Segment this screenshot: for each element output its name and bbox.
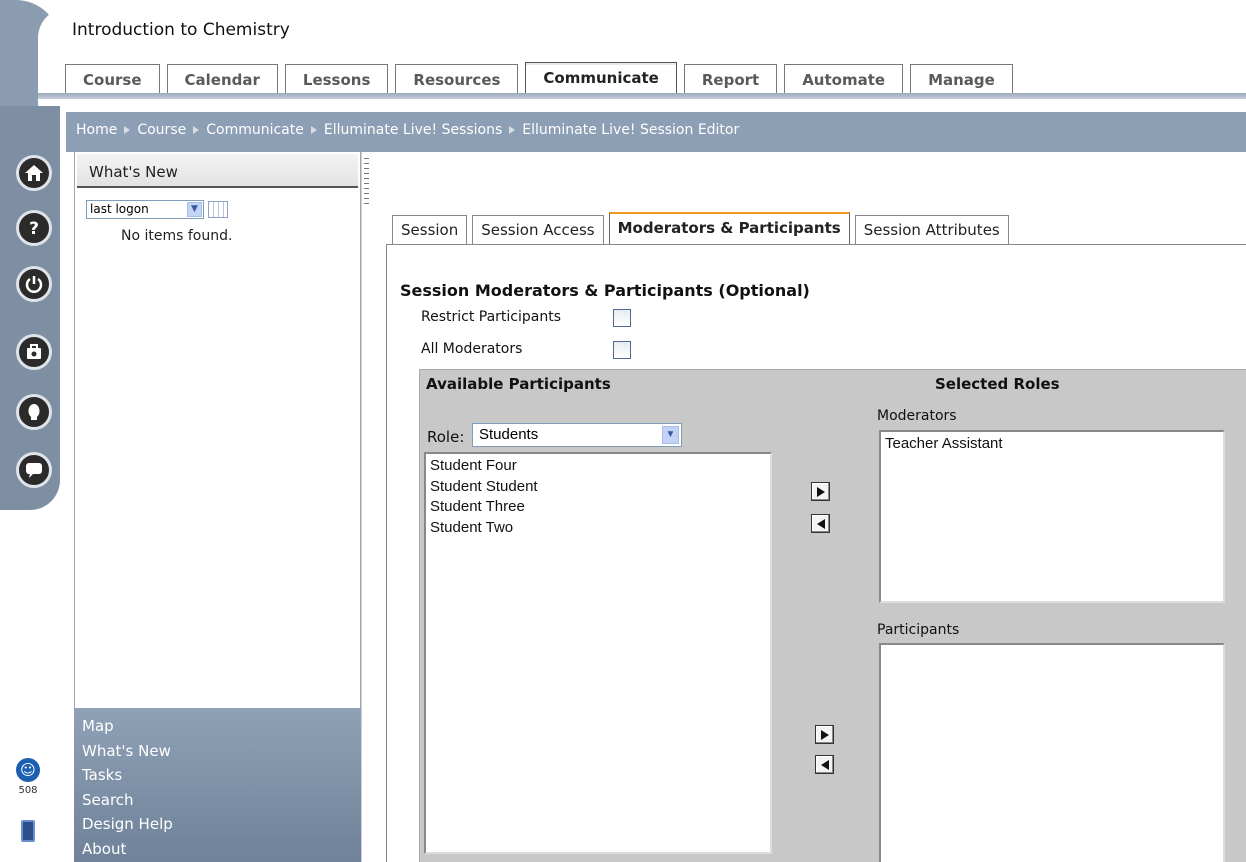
whats-new-filter: last logon ▼ <box>86 200 228 219</box>
breadcrumb-item-home[interactable]: Home <box>76 122 117 138</box>
tab-communicate[interactable]: Communicate <box>525 62 677 96</box>
section-title: Session Moderators & Participants (Optio… <box>400 281 810 300</box>
chevron-down-icon: ▼ <box>662 426 679 444</box>
svg-text:?: ? <box>29 219 39 238</box>
panel-splitter[interactable] <box>361 152 372 862</box>
tab-resources[interactable]: Resources <box>395 64 519 94</box>
remove-moderator-button[interactable] <box>811 514 830 533</box>
app-header: Introduction to Chemistry Course Calendar… <box>0 0 1246 106</box>
home-icon[interactable] <box>16 155 52 191</box>
session-editor-tabs: Session Session Access Moderators & Partic… <box>392 212 1014 244</box>
all-moderators-label: All Moderators <box>421 341 523 357</box>
power-icon[interactable] <box>16 266 52 302</box>
restrict-participants-checkbox[interactable] <box>613 309 631 327</box>
course-title: Introduction to Chemistry <box>72 20 290 40</box>
tab-lessons[interactable]: Lessons <box>284 64 389 94</box>
tab-calendar[interactable]: Calendar <box>166 64 278 94</box>
left-link-map[interactable]: Map <box>82 714 361 739</box>
briefcase-icon[interactable] <box>16 334 52 370</box>
list-item[interactable]: Student Student <box>430 477 766 498</box>
breadcrumb: Home Course Communicate Elluminate Live! Se… <box>76 122 739 138</box>
left-link-search[interactable]: Search <box>82 788 361 813</box>
arrow-left-icon <box>820 759 829 770</box>
pda-link[interactable]: PDA <box>8 820 48 855</box>
add-participant-button[interactable] <box>815 725 834 744</box>
moderators-list[interactable]: Teacher Assistant <box>879 430 1225 603</box>
breadcrumb-separator-icon <box>193 126 200 134</box>
role-select[interactable]: Students ▼ <box>472 423 682 447</box>
all-moderators-row: All Moderators <box>421 341 631 359</box>
calendar-icon[interactable] <box>208 201 228 218</box>
list-item[interactable]: Student Four <box>430 456 766 477</box>
breadcrumb-item-communicate[interactable]: Communicate <box>206 122 304 138</box>
left-link-tasks[interactable]: Tasks <box>82 763 361 788</box>
header-divider <box>38 93 1246 99</box>
breadcrumb-separator-icon <box>124 126 131 134</box>
list-item[interactable]: Student Two <box>430 518 766 539</box>
arrow-right-icon <box>820 729 829 740</box>
breadcrumb-item-elluminate-live-sessions[interactable]: Elluminate Live! Sessions <box>324 122 502 138</box>
selected-roles-title: Selected Roles <box>935 375 1060 393</box>
breadcrumb-separator-icon <box>509 126 516 134</box>
list-item[interactable]: Teacher Assistant <box>885 434 1219 455</box>
remove-participant-button[interactable] <box>815 755 834 774</box>
available-participants-list[interactable]: Student Four Student Student Student Three… <box>424 452 772 854</box>
all-moderators-checkbox[interactable] <box>613 341 631 359</box>
left-link-what-s-new[interactable]: What's New <box>82 739 361 764</box>
whats-new-header: What's New <box>77 154 358 188</box>
restrict-participants-label: Restrict Participants <box>421 309 562 325</box>
arrow-right-icon <box>816 486 825 497</box>
main-tab-bar: Course Calendar Lessons Resources Communicat… <box>65 62 1020 96</box>
tab-session-attributes[interactable]: Session Attributes <box>854 215 1009 244</box>
whats-new-period-select[interactable]: last logon ▼ <box>86 200 204 219</box>
left-link-about[interactable]: About <box>82 837 361 862</box>
pda-icon <box>21 820 35 842</box>
participants-list[interactable] <box>879 643 1225 862</box>
participants-label: Participants <box>877 622 960 638</box>
whats-new-empty-text: No items found. <box>121 228 233 244</box>
tab-session[interactable]: Session <box>392 215 468 244</box>
breadcrumb-item-elluminate-live-session-editor[interactable]: Elluminate Live! Session Editor <box>522 122 739 138</box>
chevron-down-icon: ▼ <box>187 202 202 217</box>
available-participants-title: Available Participants <box>426 375 611 393</box>
tab-course[interactable]: Course <box>65 64 160 94</box>
chat-icon[interactable] <box>16 452 52 488</box>
role-label: Role: <box>427 428 465 446</box>
tab-report[interactable]: Report <box>683 64 778 94</box>
tab-automate[interactable]: Automate <box>784 64 904 94</box>
breadcrumb-separator-icon <box>310 126 317 134</box>
moderators-label: Moderators <box>877 408 957 424</box>
left-link-design-help[interactable]: Design Help <box>82 812 361 837</box>
arrow-left-icon <box>816 518 825 529</box>
tab-session-access[interactable]: Session Access <box>472 215 604 244</box>
restrict-participants-row: Restrict Participants <box>421 309 631 327</box>
splitter-grip-icon[interactable] <box>364 158 369 204</box>
list-item[interactable]: Student Three <box>430 497 766 518</box>
add-moderator-button[interactable] <box>811 482 830 501</box>
help-icon[interactable]: ? <box>16 210 52 246</box>
left-nav-links: Map What's New Tasks Search Design Help About <box>74 708 361 862</box>
left-icon-rail: ? ☺ 508 PDA <box>0 106 66 862</box>
tab-manage[interactable]: Manage <box>910 64 1013 94</box>
accessibility-508-link[interactable]: ☺ 508 <box>8 758 48 796</box>
tab-moderators-participants[interactable]: Moderators & Participants <box>608 212 850 244</box>
accessibility-icon: ☺ <box>16 758 40 782</box>
person-icon[interactable] <box>16 394 52 430</box>
breadcrumb-item-course[interactable]: Course <box>137 122 186 138</box>
